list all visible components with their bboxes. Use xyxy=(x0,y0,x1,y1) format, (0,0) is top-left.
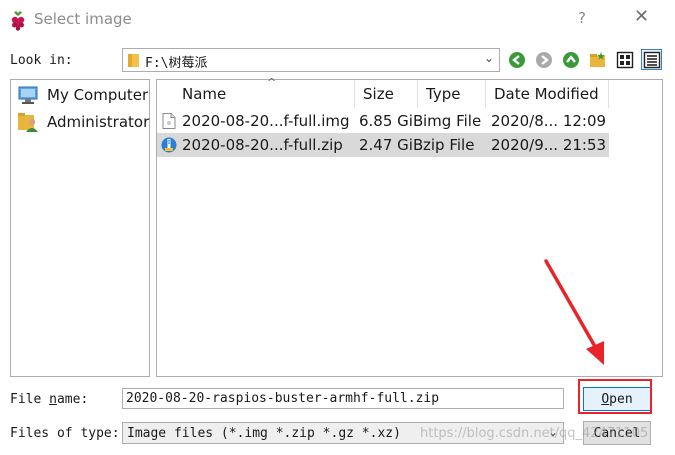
computer-icon xyxy=(18,86,38,104)
back-button[interactable] xyxy=(506,49,527,70)
sidebar-places: My Computer Administrator xyxy=(10,79,150,377)
raspberry-logo-icon xyxy=(11,11,25,31)
title-bar: Select image ? ✕ xyxy=(0,0,675,40)
file-type-label: Files of type: xyxy=(10,426,120,441)
new-folder-icon xyxy=(589,51,605,67)
annotation-arrow xyxy=(544,259,604,365)
list-view-icon xyxy=(616,51,633,68)
look-in-label: Look in: xyxy=(10,53,73,68)
user-folder-icon xyxy=(18,113,38,132)
file-type: zip File xyxy=(423,136,475,154)
file-type: img File xyxy=(423,112,482,130)
annotation-highlight-box xyxy=(578,379,652,414)
file-size: 6.85 GiB xyxy=(359,112,424,130)
close-button[interactable]: ✕ xyxy=(634,6,649,27)
forward-icon xyxy=(535,51,552,68)
detail-view-icon xyxy=(643,51,660,68)
sidebar-item-label: Administrator xyxy=(47,113,150,131)
column-header-name[interactable]: Name ^ xyxy=(174,76,355,108)
watermark-text: https://blog.csdn.net/qq_42471105 xyxy=(420,426,649,441)
detail-view-button[interactable] xyxy=(641,49,662,70)
file-name-label: File name: xyxy=(10,392,89,407)
window-title: Select image xyxy=(34,10,132,28)
help-button[interactable]: ? xyxy=(578,9,586,27)
sidebar-item-my-computer[interactable]: My Computer xyxy=(17,83,148,107)
file-name-input[interactable]: 2020-08-20-raspios-buster-armhf-full.zip xyxy=(122,388,564,409)
file-row-selected[interactable]: 2020-08-20...f-full.zip 2.47 GiB zip Fil… xyxy=(157,133,609,157)
column-header-type[interactable]: Type xyxy=(418,80,486,108)
look-in-combobox[interactable]: F:\树莓派 ⌄ xyxy=(122,48,500,72)
list-view-button[interactable] xyxy=(614,49,635,70)
column-header-date-modified[interactable]: Date Modified xyxy=(486,80,609,108)
sidebar-item-administrator[interactable]: Administrator xyxy=(17,110,149,134)
folder-icon xyxy=(128,54,139,67)
file-name: 2020-08-20...f-full.zip xyxy=(182,136,343,154)
chevron-down-icon: ⌄ xyxy=(483,51,494,65)
file-type-value: Image files (*.img *.zip *.gz *.xz) xyxy=(127,426,401,441)
column-header-size[interactable]: Size xyxy=(355,80,418,108)
file-date: 2020/8... 12:09 xyxy=(491,112,607,130)
file-name: 2020-08-20...f-full.img xyxy=(182,112,350,130)
new-folder-button[interactable] xyxy=(587,49,608,70)
file-row[interactable]: 2020-08-20...f-full.img 6.85 GiB img Fil… xyxy=(157,109,609,133)
zip-archive-icon xyxy=(161,137,177,153)
parent-directory-icon xyxy=(562,51,579,68)
look-in-path: F:\树莓派 xyxy=(145,56,208,71)
sort-ascending-icon: ^ xyxy=(267,76,277,89)
back-icon xyxy=(508,51,525,68)
file-size: 2.47 GiB xyxy=(359,136,424,154)
file-date: 2020/9... 21:53 xyxy=(491,136,607,154)
parent-directory-button[interactable] xyxy=(560,49,581,70)
forward-button[interactable] xyxy=(533,49,554,70)
sidebar-item-label: My Computer xyxy=(47,86,149,104)
file-icon xyxy=(162,113,176,129)
